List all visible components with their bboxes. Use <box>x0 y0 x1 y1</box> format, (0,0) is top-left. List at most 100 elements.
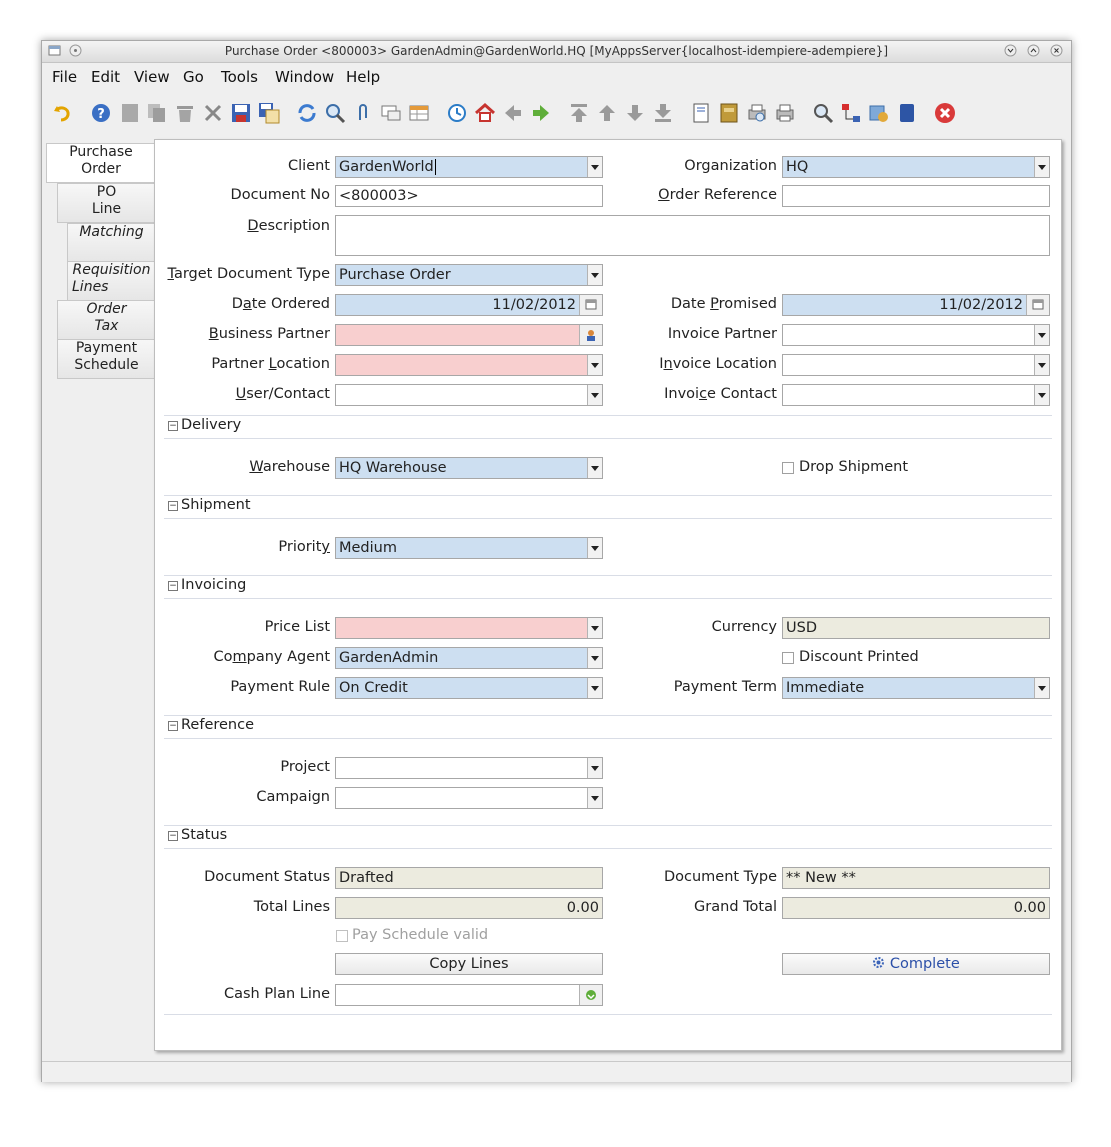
document-no-field[interactable]: <800003> <box>335 185 603 207</box>
report-icon[interactable] <box>690 102 712 124</box>
calendar-icon[interactable] <box>1026 295 1049 315</box>
target-doc-type-field[interactable]: Purchase Order <box>335 264 603 286</box>
chevron-down-icon[interactable] <box>587 157 602 177</box>
cash-plan-line-field[interactable] <box>335 984 603 1006</box>
project-field[interactable] <box>335 757 603 779</box>
order-reference-field[interactable] <box>782 185 1050 207</box>
user-contact-field[interactable] <box>335 384 603 406</box>
help-icon[interactable]: ? <box>90 102 112 124</box>
menu-window[interactable]: Window <box>275 68 334 86</box>
find-icon[interactable] <box>324 102 346 124</box>
chat-icon[interactable] <box>380 102 402 124</box>
menu-edit[interactable]: Edit <box>91 68 120 86</box>
chevron-down-icon[interactable] <box>587 355 602 375</box>
menu-view[interactable]: View <box>134 68 170 86</box>
drop-shipment-checkbox[interactable] <box>782 462 794 474</box>
copy-lines-button[interactable]: Copy Lines <box>335 953 603 975</box>
chevron-down-icon[interactable] <box>587 458 602 478</box>
tab-payment-schedule[interactable]: Payment Schedule <box>57 339 155 379</box>
detail-record-icon[interactable] <box>624 102 646 124</box>
chevron-down-icon[interactable] <box>587 678 602 698</box>
menu-go[interactable]: Go <box>183 68 204 86</box>
date-promised-field[interactable]: 11/02/2012 <box>782 294 1050 316</box>
lookup-icon[interactable] <box>579 985 602 1005</box>
minimize-icon[interactable] <box>1004 44 1017 57</box>
workflow-icon[interactable] <box>840 102 862 124</box>
chevron-down-icon[interactable] <box>1034 678 1049 698</box>
invoice-contact-field[interactable] <box>782 384 1050 406</box>
tab-requisition-lines[interactable]: Requisition Lines <box>67 261 155 301</box>
warehouse-field[interactable]: HQ Warehouse <box>335 457 603 479</box>
collapse-icon[interactable]: − <box>168 421 178 431</box>
collapse-icon[interactable]: − <box>168 501 178 511</box>
print-preview-icon[interactable] <box>746 102 768 124</box>
priority-field[interactable]: Medium <box>335 537 603 559</box>
new-icon[interactable] <box>119 102 141 124</box>
invoice-location-field[interactable] <box>782 354 1050 376</box>
last-record-icon[interactable] <box>652 102 674 124</box>
section-delivery[interactable]: − Delivery <box>164 415 1052 439</box>
chevron-down-icon[interactable] <box>1034 385 1049 405</box>
grid-toggle-icon[interactable] <box>408 102 430 124</box>
zoom-across-icon[interactable] <box>812 102 834 124</box>
discount-printed-checkbox[interactable] <box>782 652 794 664</box>
chevron-down-icon[interactable] <box>587 618 602 638</box>
copy-icon[interactable] <box>146 102 168 124</box>
attachment-icon[interactable] <box>352 102 374 124</box>
menu-help[interactable]: Help <box>346 68 380 86</box>
menu-tools[interactable]: Tools <box>221 68 258 86</box>
previous-icon[interactable] <box>502 102 524 124</box>
date-ordered-field[interactable]: 11/02/2012 <box>335 294 603 316</box>
save-new-icon[interactable] <box>258 102 280 124</box>
tab-po-line[interactable]: PO Line <box>57 183 155 223</box>
chevron-down-icon[interactable] <box>587 265 602 285</box>
partner-location-field[interactable] <box>335 354 603 376</box>
tab-purchase-order[interactable]: Purchase Order <box>46 143 155 183</box>
payment-rule-field[interactable]: On Credit <box>335 677 603 699</box>
chevron-down-icon[interactable] <box>587 758 602 778</box>
home-icon[interactable] <box>474 102 496 124</box>
close-icon[interactable] <box>1050 44 1063 57</box>
chevron-down-icon[interactable] <box>587 385 602 405</box>
collapse-icon[interactable]: − <box>168 831 178 841</box>
collapse-icon[interactable]: − <box>168 581 178 591</box>
maximize-icon[interactable] <box>1027 44 1040 57</box>
first-record-icon[interactable] <box>568 102 590 124</box>
complete-button[interactable]: Complete <box>782 953 1050 975</box>
section-invoicing[interactable]: − Invoicing <box>164 575 1052 599</box>
parent-record-icon[interactable] <box>596 102 618 124</box>
section-reference[interactable]: − Reference <box>164 715 1052 739</box>
chevron-down-icon[interactable] <box>587 648 602 668</box>
section-status[interactable]: − Status <box>164 825 1052 849</box>
chevron-down-icon[interactable] <box>1034 355 1049 375</box>
product-info-icon[interactable] <box>896 102 918 124</box>
business-partner-field[interactable] <box>335 324 603 346</box>
history-icon[interactable] <box>446 102 468 124</box>
price-list-field[interactable] <box>335 617 603 639</box>
payment-term-field[interactable]: Immediate <box>782 677 1050 699</box>
end-icon[interactable] <box>934 102 956 124</box>
chevron-down-icon[interactable] <box>1034 325 1049 345</box>
calendar-icon[interactable] <box>579 295 602 315</box>
delete-icon[interactable] <box>174 102 196 124</box>
undo-icon[interactable] <box>51 102 73 124</box>
description-field[interactable] <box>335 215 1050 256</box>
tab-matching[interactable]: Matching <box>67 223 155 263</box>
bpartner-search-icon[interactable] <box>579 325 602 345</box>
chevron-down-icon[interactable] <box>587 538 602 558</box>
chevron-down-icon[interactable] <box>1034 157 1049 177</box>
refresh-icon[interactable] <box>296 102 318 124</box>
chevron-down-icon[interactable] <box>587 788 602 808</box>
save-icon[interactable] <box>230 102 252 124</box>
section-shipment[interactable]: − Shipment <box>164 495 1052 519</box>
print-icon[interactable] <box>774 102 796 124</box>
collapse-icon[interactable]: − <box>168 721 178 731</box>
tab-order-tax[interactable]: Order Tax <box>57 300 155 340</box>
campaign-field[interactable] <box>335 787 603 809</box>
archive-icon[interactable] <box>718 102 740 124</box>
menu-file[interactable]: File <box>52 68 77 86</box>
client-field[interactable]: GardenWorld <box>335 156 603 178</box>
delete-selection-icon[interactable] <box>202 102 224 124</box>
next-icon[interactable] <box>530 102 552 124</box>
request-icon[interactable] <box>868 102 890 124</box>
